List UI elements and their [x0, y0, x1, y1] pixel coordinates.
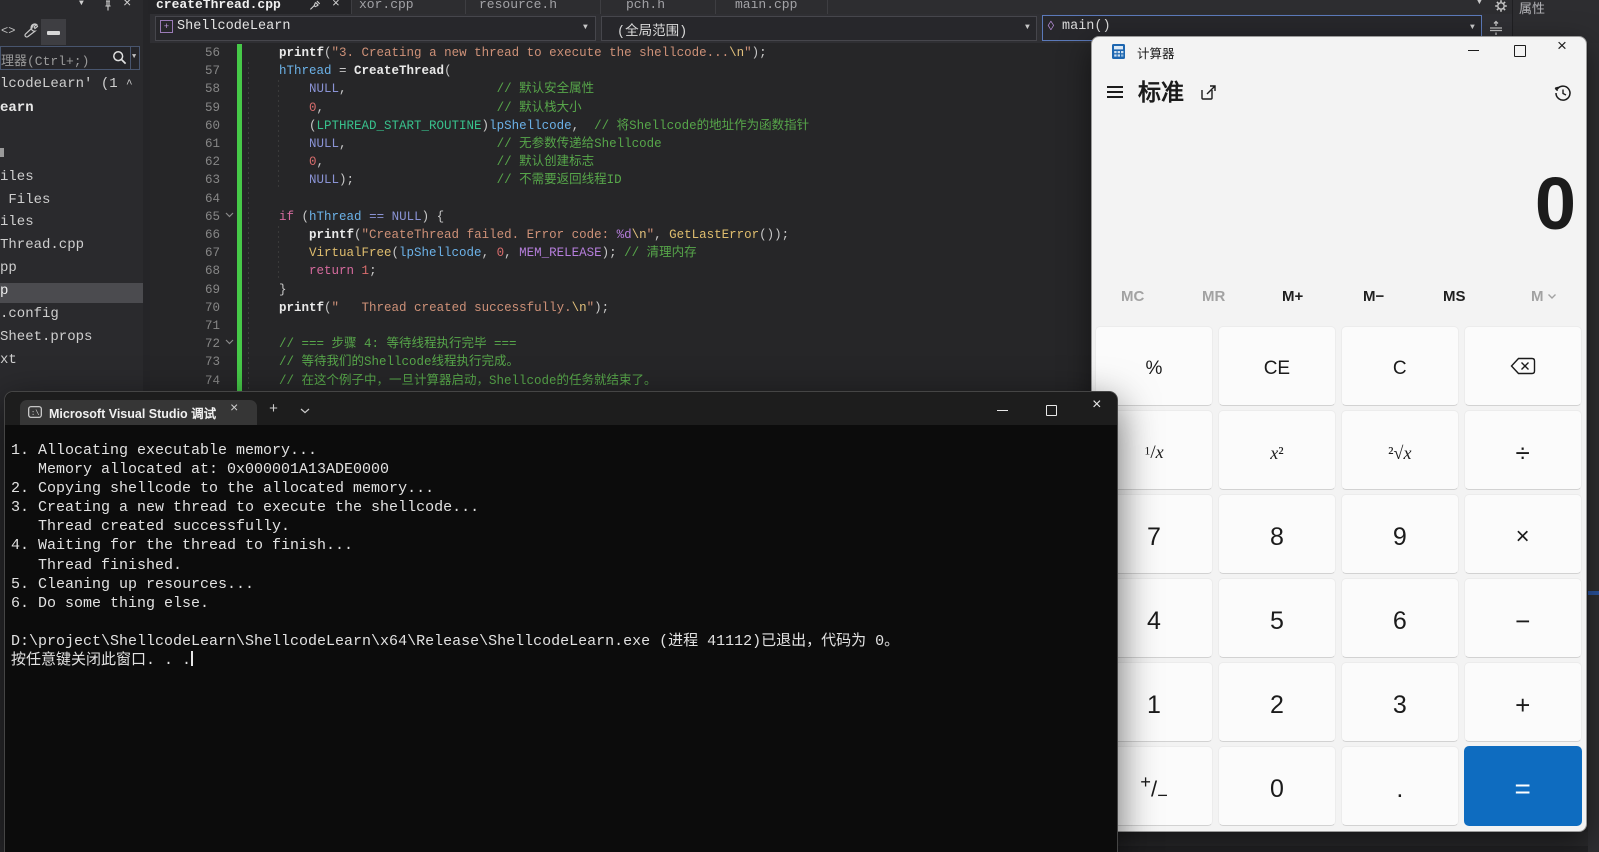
svg-text::\: :\ [31, 410, 39, 418]
